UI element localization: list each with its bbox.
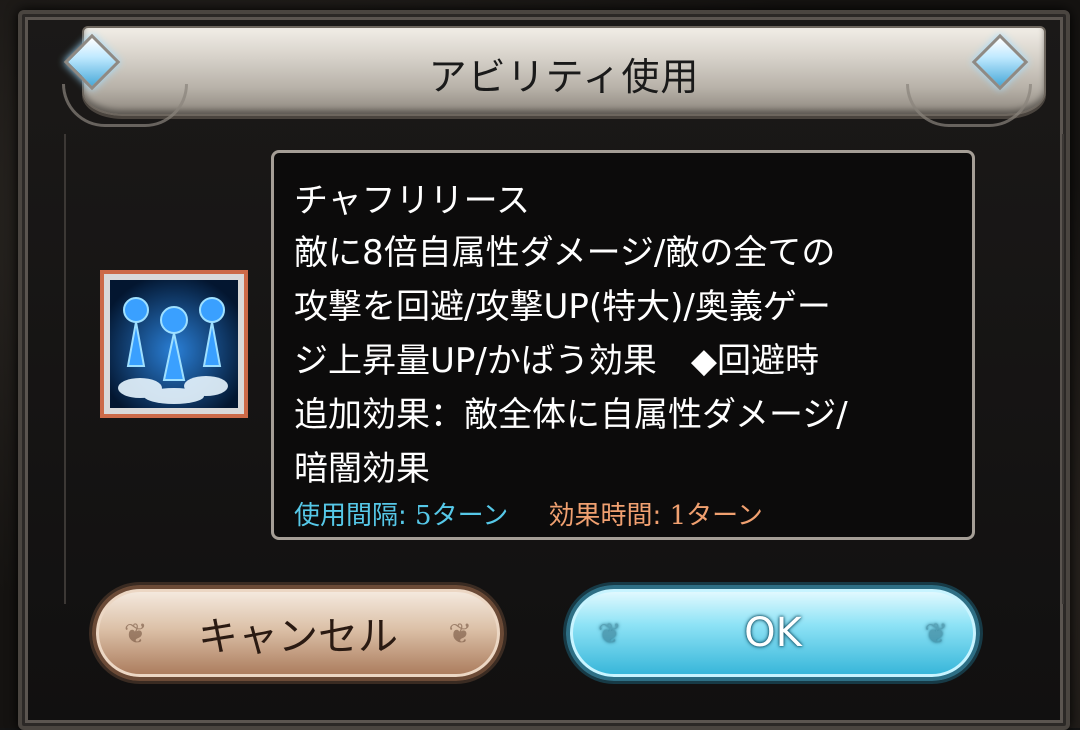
ok-button[interactable]: ❦ OK ❦ bbox=[566, 585, 980, 681]
ability-icon bbox=[100, 270, 248, 418]
cancel-button-label: キャンセル bbox=[198, 614, 398, 660]
ability-description-line: ジ上昇量UP/かばう効果 ◆回避時 bbox=[294, 341, 819, 381]
button-ornament-icon: ❦ bbox=[448, 617, 472, 650]
button-ornament-icon: ❦ bbox=[924, 617, 948, 650]
ability-info-box: チャフリリース 敵に8倍自属性ダメージ/敵の全ての 攻撃を回避/攻撃UP(特大)… bbox=[271, 150, 975, 540]
blue-figures-icon bbox=[110, 280, 238, 408]
ok-button-label: OK bbox=[744, 610, 802, 656]
button-ornament-icon: ❦ bbox=[124, 617, 148, 650]
button-ornament-icon: ❦ bbox=[598, 617, 622, 650]
ability-name: チャフリリース bbox=[294, 181, 530, 221]
cooldown-label: 使用間隔: bbox=[294, 501, 416, 531]
ability-description-line: 攻撃を回避/攻撃UP(特大)/奥義ゲー bbox=[294, 287, 831, 327]
left-ornament bbox=[62, 84, 188, 127]
title-banner: アビリティ使用 bbox=[82, 26, 1046, 116]
ability-description-line: 追加効果：敵全体に自属性ダメージ/ bbox=[294, 395, 848, 435]
duration-value: 1ターン bbox=[669, 501, 763, 531]
right-ornament bbox=[906, 84, 1032, 127]
dialog-title: アビリティ使用 bbox=[428, 55, 700, 99]
duration-label: 効果時間: bbox=[548, 501, 670, 531]
ability-description-line: 敵に8倍自属性ダメージ/敵の全ての bbox=[294, 233, 836, 273]
cooldown-value: 5ターン bbox=[415, 501, 509, 531]
ability-stats: 使用間隔: 5ターン 効果時間: 1ターン bbox=[294, 495, 763, 532]
ability-description-line: 暗闇効果 bbox=[294, 449, 430, 489]
cancel-button[interactable]: ❦ キャンセル ❦ bbox=[92, 585, 504, 681]
